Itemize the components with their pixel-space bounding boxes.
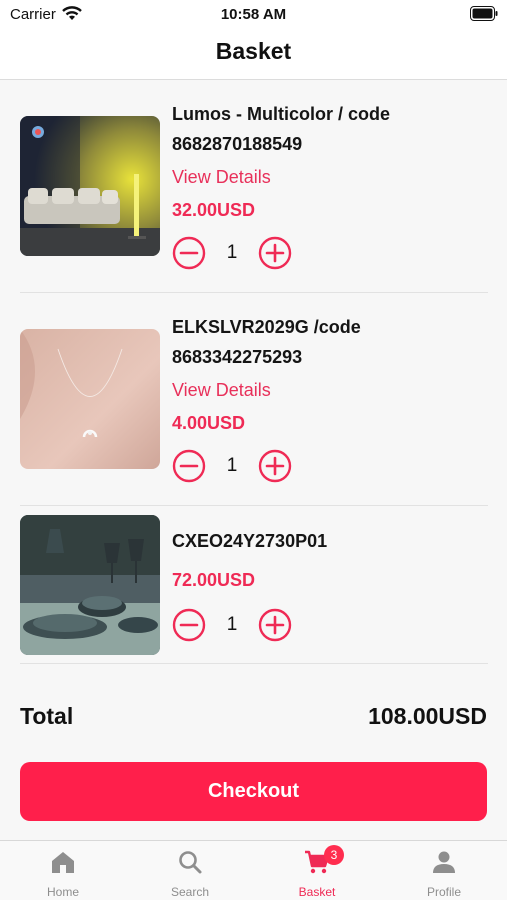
total-value: 108.00USD bbox=[368, 703, 487, 729]
checkout-button[interactable]: Checkout bbox=[20, 762, 487, 821]
product-image-necklace[interactable] bbox=[20, 329, 160, 469]
quantity-stepper: 1 bbox=[172, 236, 302, 272]
product-image-dinnerware[interactable] bbox=[20, 515, 160, 655]
increase-quantity-button[interactable] bbox=[258, 608, 292, 642]
quantity-value: 1 bbox=[226, 455, 238, 476]
battery-icon bbox=[470, 6, 498, 21]
view-details-link[interactable]: View Details bbox=[172, 379, 271, 401]
tab-home[interactable]: Home bbox=[0, 841, 126, 900]
plus-circle-icon bbox=[258, 236, 292, 270]
item-price: 4.00USD bbox=[172, 413, 246, 433]
decrease-quantity-button[interactable] bbox=[172, 449, 206, 483]
item-name: CXEO24Y2730P01 bbox=[172, 531, 328, 551]
minus-circle-icon bbox=[172, 236, 206, 270]
item-price: 72.00USD bbox=[172, 570, 256, 590]
item-name: Lumos - Multicolor / code 8682870188549 bbox=[172, 104, 391, 154]
total-label: Total bbox=[20, 703, 74, 729]
basket-item: CXEO24Y2730P01 72.00USD 1 bbox=[20, 506, 488, 664]
tab-label: Home bbox=[46, 885, 79, 899]
basket-item: ELKSLVR2029G /code 8683342275293 View De… bbox=[20, 293, 488, 506]
status-bar: Carrier 10:58 AM bbox=[0, 0, 507, 28]
view-details-link[interactable]: View Details bbox=[172, 166, 271, 188]
quantity-value: 1 bbox=[226, 242, 238, 263]
tab-search[interactable]: Search bbox=[127, 841, 253, 900]
tab-label: Profile bbox=[426, 885, 461, 899]
profile-icon bbox=[431, 849, 457, 875]
tab-label: Search bbox=[170, 885, 210, 899]
total-row: Total 108.00USD bbox=[20, 703, 487, 735]
increase-quantity-button[interactable] bbox=[258, 449, 292, 483]
quantity-stepper: 1 bbox=[172, 449, 302, 485]
page-title: Basket bbox=[215, 38, 292, 64]
minus-circle-icon bbox=[172, 608, 206, 642]
product-image-lamp[interactable] bbox=[20, 116, 160, 256]
search-icon bbox=[177, 849, 203, 875]
quantity-value: 1 bbox=[226, 614, 238, 635]
plus-circle-icon bbox=[258, 608, 292, 642]
basket-item: Lumos - Multicolor / code 8682870188549 … bbox=[20, 80, 488, 293]
plus-circle-icon bbox=[258, 449, 292, 483]
minus-circle-icon bbox=[172, 449, 206, 483]
decrease-quantity-button[interactable] bbox=[172, 608, 206, 642]
nav-bar: Basket bbox=[0, 28, 507, 80]
tab-label: Basket bbox=[298, 885, 336, 899]
tab-profile[interactable]: Profile bbox=[381, 841, 507, 900]
home-icon bbox=[50, 849, 76, 875]
tab-basket[interactable]: 3 Basket bbox=[254, 841, 380, 900]
tab-bar: Home Search 3 Basket Profile bbox=[0, 840, 507, 900]
item-price: 32.00USD bbox=[172, 200, 256, 220]
increase-quantity-button[interactable] bbox=[258, 236, 292, 270]
decrease-quantity-button[interactable] bbox=[172, 236, 206, 270]
basket-count-badge: 3 bbox=[324, 845, 344, 865]
item-name: ELKSLVR2029G /code 8683342275293 bbox=[172, 317, 361, 367]
status-time: 10:58 AM bbox=[220, 6, 287, 23]
quantity-stepper: 1 bbox=[172, 608, 302, 644]
